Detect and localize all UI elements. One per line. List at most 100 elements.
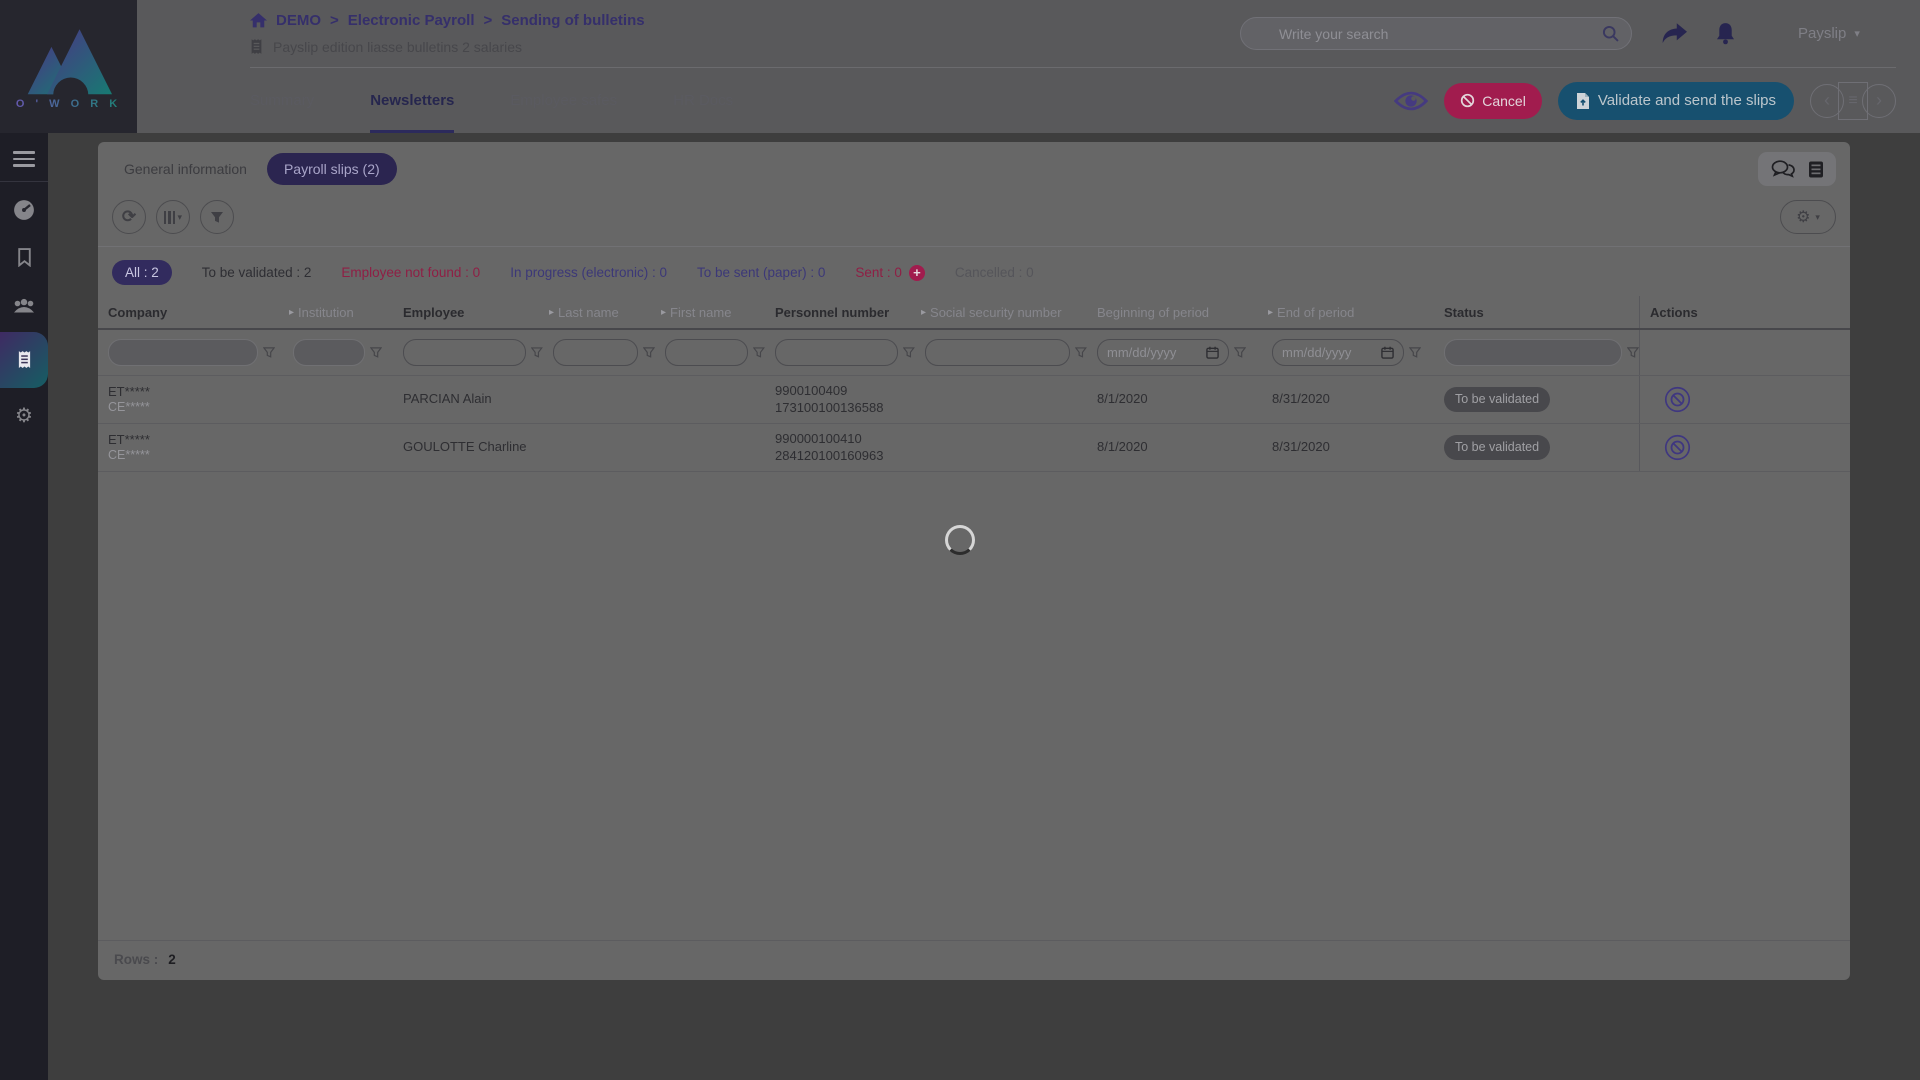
column-header-institution[interactable]: ▸Institution — [283, 305, 393, 320]
sidebar-item-payslips[interactable] — [0, 332, 48, 388]
filter-funnel-icon[interactable] — [903, 347, 915, 358]
period-end-date-input[interactable]: mm/dd/yyyy — [1272, 339, 1404, 366]
column-header-last-name[interactable]: ▸Last name — [543, 305, 655, 320]
list-icon: ≡ — [1848, 92, 1857, 110]
filter-funnel-icon[interactable] — [753, 347, 765, 358]
calendar-icon[interactable] — [1206, 346, 1219, 359]
filter-funnel-icon[interactable] — [1627, 347, 1639, 358]
status-filter-to-be-sent[interactable]: To be sent (paper) : 0 — [697, 265, 825, 280]
filter-funnel-icon[interactable] — [643, 347, 655, 358]
page-title: Payslip edition liasse bulletins 2 salar… — [250, 38, 522, 55]
column-header-social-security-number[interactable]: ▸Social security number — [915, 305, 1087, 320]
filter-cell-actions — [1639, 330, 1850, 375]
notifications-button[interactable] — [1715, 22, 1736, 45]
institution-filter-input[interactable] — [293, 339, 365, 366]
status-badge: To be validated — [1444, 387, 1550, 413]
expand-caret-icon: ▸ — [289, 307, 294, 318]
column-header-beginning-of-period[interactable]: Beginning of period — [1087, 305, 1262, 320]
tab-payroll-slips[interactable]: Payroll slips (2) — [267, 153, 397, 185]
filter-funnel-icon[interactable] — [531, 347, 543, 358]
status-filter-cancelled[interactable]: Cancelled : 0 — [955, 265, 1034, 280]
employee-filter-input[interactable] — [403, 339, 526, 366]
status-filter-to-be-validated[interactable]: To be validated : 2 — [202, 265, 312, 280]
search-input[interactable] — [1279, 26, 1602, 42]
personnel-number-filter-input[interactable] — [775, 339, 898, 366]
filter-funnel-icon[interactable] — [1075, 347, 1087, 358]
share-button[interactable] — [1662, 23, 1687, 44]
status-filter-sent[interactable]: Sent : 0 + — [855, 265, 925, 281]
header-action-buttons: Cancel Validate and send the slips ‹ ≡ — [1394, 82, 1896, 120]
status-filter-input[interactable] — [1444, 339, 1622, 366]
column-header-personnel-number[interactable]: Personnel number — [765, 305, 915, 320]
filter-funnel-icon[interactable] — [1234, 347, 1246, 358]
sidebar-menu-toggle[interactable] — [13, 151, 35, 167]
column-header-employee[interactable]: Employee — [393, 305, 543, 320]
social-security-filter-input[interactable] — [925, 339, 1070, 366]
cancel-slip-button[interactable] — [1650, 434, 1691, 461]
filter-cell-institution — [283, 339, 393, 366]
filter-cell-status — [1434, 339, 1639, 366]
validate-send-button[interactable]: Validate and send the slips — [1558, 82, 1794, 120]
status-filter-employee-not-found[interactable]: Employee not found : 0 — [341, 265, 480, 280]
filter-funnel-icon[interactable] — [263, 347, 275, 358]
column-header-first-name[interactable]: ▸First name — [655, 305, 765, 320]
table-filter-row: mm/dd/yyyy mm/dd/yyyy — [98, 330, 1850, 376]
filter-funnel-icon[interactable] — [370, 347, 382, 358]
tab-general-information[interactable]: General information — [112, 153, 259, 185]
sidebar-item-bookmarks[interactable] — [0, 238, 48, 278]
breadcrumb-item-demo[interactable]: DEMO — [276, 12, 321, 29]
plus-badge-icon[interactable]: + — [909, 265, 925, 281]
tab-hr-docs[interactable]: HR Docs — [673, 68, 733, 133]
period-start-date-input[interactable]: mm/dd/yyyy — [1097, 339, 1229, 366]
last-name-filter-input[interactable] — [553, 339, 638, 366]
tab-employee-safes[interactable]: Employee safes — [510, 68, 617, 133]
chevron-down-icon: ▾ — [1854, 27, 1860, 40]
tab-newsletters[interactable]: Newsletters — [370, 68, 454, 133]
news-document-icon[interactable] — [1808, 160, 1824, 179]
calendar-icon[interactable] — [1381, 346, 1394, 359]
filter-funnel-icon[interactable] — [1409, 347, 1421, 358]
period-end-cell: 8/31/2020 — [1262, 391, 1434, 407]
columns-button[interactable]: ▾ — [156, 200, 190, 234]
employee-cell: GOULOTTE Charline — [393, 439, 543, 455]
cancel-button[interactable]: Cancel — [1444, 83, 1542, 119]
user-menu[interactable]: Payslip ▾ — [1798, 25, 1860, 42]
period-end-cell: 8/31/2020 — [1262, 439, 1434, 455]
tab-summary[interactable]: Summary — [250, 68, 314, 133]
filter-button[interactable] — [200, 200, 234, 234]
status-filter-in-progress[interactable]: In progress (electronic) : 0 — [510, 265, 667, 280]
actions-cell — [1639, 376, 1850, 423]
table-toolbar: ⟳ ▾ ⚙ ▾ — [98, 192, 1850, 247]
app-logo[interactable]: O ' W O R K — [0, 0, 137, 133]
table-row[interactable]: ET***** CE***** GOULOTTE Charline 990000… — [98, 424, 1850, 472]
breadcrumb-item-sending-of-bulletins[interactable]: Sending of bulletins — [501, 12, 644, 29]
preview-button[interactable] — [1394, 90, 1428, 112]
sidebar-item-employees[interactable] — [0, 286, 48, 326]
search-box[interactable] — [1240, 17, 1632, 50]
status-badge: To be validated — [1444, 435, 1550, 461]
company-filter-input[interactable] — [108, 339, 258, 366]
first-name-filter-input[interactable] — [665, 339, 748, 366]
column-header-end-of-period[interactable]: ▸End of period — [1262, 305, 1434, 320]
column-header-company[interactable]: Company — [98, 305, 283, 320]
chat-icon[interactable] — [1770, 159, 1796, 179]
search-icon[interactable] — [1602, 25, 1619, 42]
chevron-right-icon: › — [1876, 90, 1882, 111]
status-filter-sent-label: Sent : 0 — [855, 265, 902, 280]
page-menu-button[interactable]: ≡ — [1838, 82, 1868, 120]
refresh-button[interactable]: ⟳ — [112, 200, 146, 234]
sidebar-item-dashboard[interactable] — [0, 190, 48, 230]
sidebar-item-settings[interactable]: ⚙ — [0, 396, 48, 436]
filter-cell-personnel-number — [765, 339, 915, 366]
cancel-slip-button[interactable] — [1650, 386, 1691, 413]
period-start-cell: 8/1/2020 — [1087, 391, 1262, 407]
status-filter-all[interactable]: All : 2 — [112, 260, 172, 285]
column-header-status[interactable]: Status — [1434, 305, 1639, 320]
table-settings-button[interactable]: ⚙ ▾ — [1780, 200, 1836, 234]
home-icon[interactable] — [250, 13, 267, 28]
bell-icon — [1715, 22, 1736, 45]
table-row[interactable]: ET***** CE***** PARCIAN Alain 9900100409… — [98, 376, 1850, 424]
rows-count-value: 2 — [168, 952, 176, 967]
breadcrumb-item-electronic-payroll[interactable]: Electronic Payroll — [348, 12, 475, 29]
sidebar: ⚙ — [0, 133, 48, 1080]
